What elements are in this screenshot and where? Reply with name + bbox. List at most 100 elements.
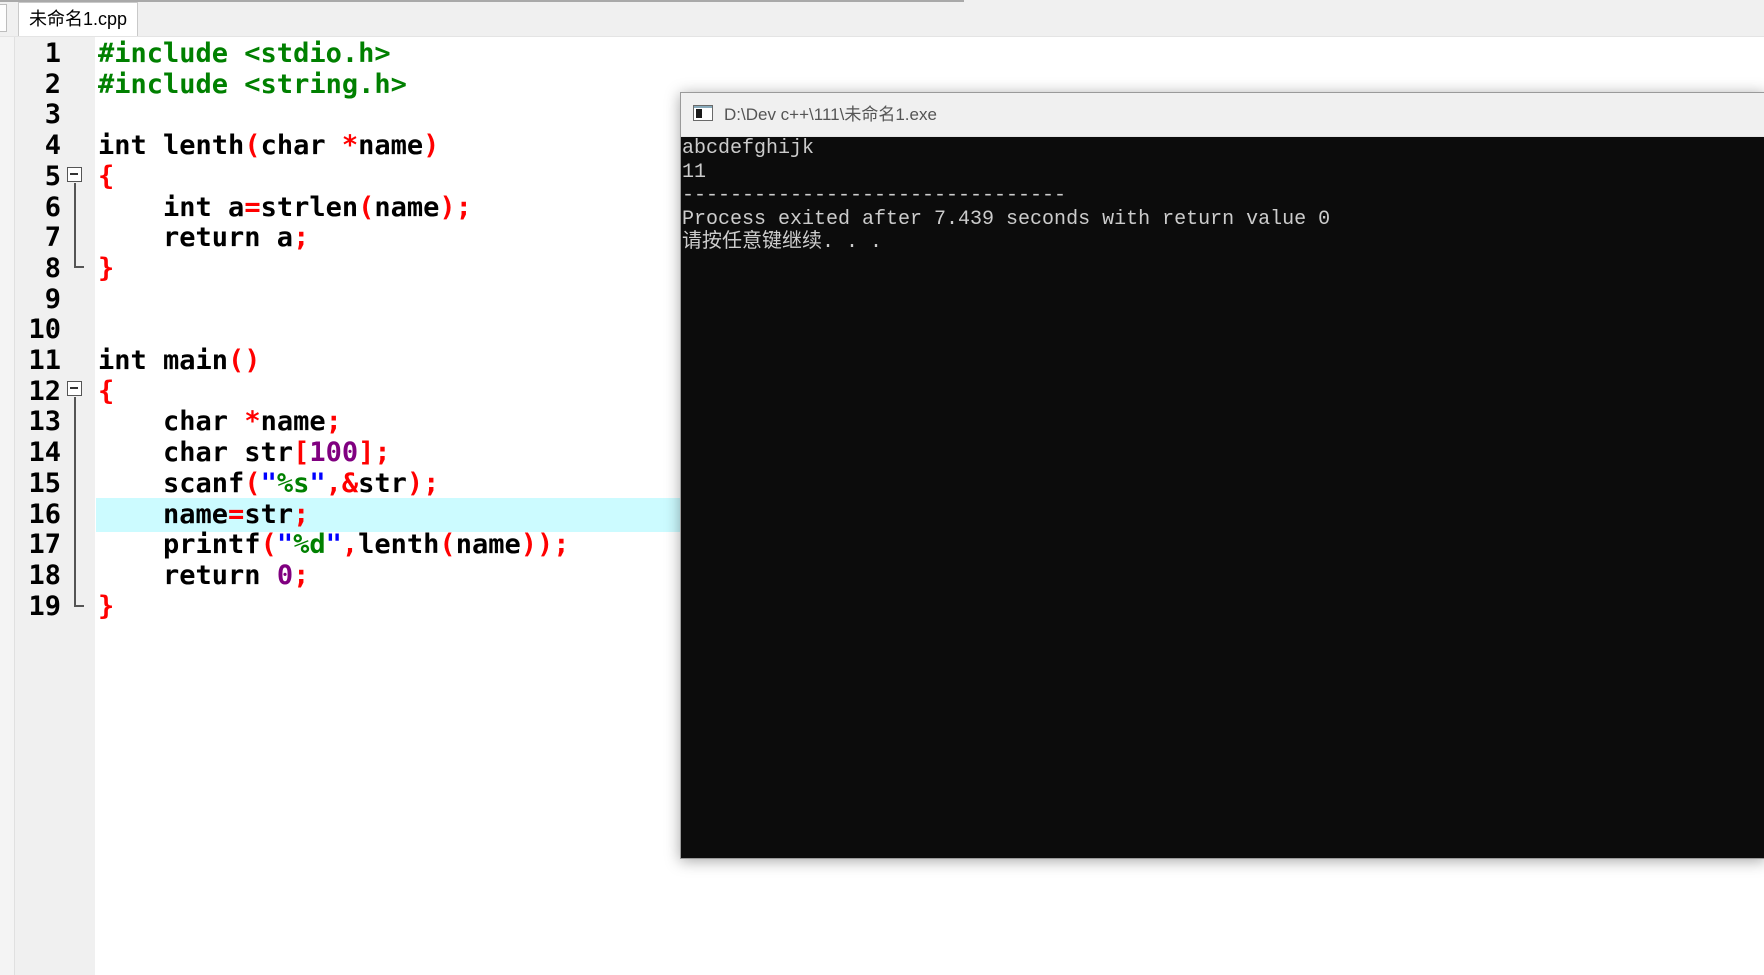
code-token: #include <stdio.h>: [98, 38, 391, 69]
code-token: ;: [293, 222, 310, 254]
code-token: =: [228, 498, 245, 530]
line-number: 7: [44, 222, 61, 254]
code-token: ,&: [325, 467, 359, 499]
line-number: 9: [44, 283, 61, 315]
code-token: (: [244, 130, 261, 162]
code-token: ): [423, 130, 440, 162]
line-number: 19: [28, 590, 61, 622]
code-line[interactable]: 1 #include <stdio.h>: [0, 37, 1764, 72]
code-token: );: [439, 191, 472, 223]
code-token: name: [358, 130, 424, 162]
code-token: {: [98, 375, 115, 407]
code-text: return 0;: [98, 559, 309, 594]
code-text: #include <string.h>: [98, 68, 407, 103]
tab-file[interactable]: 未命名1.cpp: [18, 2, 139, 36]
code-token: ;: [293, 498, 310, 530]
code-token: %d: [293, 529, 326, 561]
fold-toggle-icon[interactable]: [67, 167, 82, 182]
code-token: %s: [276, 467, 310, 499]
code-token: printf: [98, 529, 261, 561]
code-text: int lenth(char *name): [98, 129, 439, 164]
code-token: scanf: [98, 467, 245, 499]
console-output: abcdefghijk 11 ---------------------------…: [681, 137, 1764, 858]
code-token: name: [98, 498, 229, 530]
code-token: return a: [98, 222, 294, 254]
line-number: 2: [44, 68, 61, 100]
code-token: ;: [325, 406, 342, 438]
code-token: char: [98, 406, 245, 438]
code-token: str: [358, 467, 407, 499]
console-output-line: abcdefghijk: [682, 137, 815, 160]
line-number: 8: [44, 252, 61, 284]
console-title: D:\Dev c++\111\未命名1.exe: [724, 105, 937, 124]
code-token: ,: [341, 529, 359, 561]
code-token: (): [228, 345, 261, 376]
code-token: int main: [98, 345, 229, 376]
fold-end-marker: [74, 605, 84, 607]
code-token: int: [98, 130, 147, 162]
line-number: 1: [44, 38, 61, 69]
tab-edge: [0, 4, 7, 32]
console-output-line: --------------------------------: [682, 184, 1067, 207]
code-token: *: [341, 130, 359, 162]
code-text: }: [98, 252, 114, 287]
code-token: lenth: [146, 130, 245, 162]
line-number: 17: [28, 529, 61, 561]
fold-guide-line: [74, 183, 76, 267]
code-text: {: [98, 375, 114, 410]
code-token: [: [293, 437, 310, 469]
line-number: 3: [44, 99, 61, 131]
code-text: {: [98, 160, 114, 195]
console-output-line: 11: [682, 160, 707, 184]
line-number: 11: [28, 345, 61, 376]
code-text: int main(): [98, 344, 261, 379]
code-token: int a: [98, 191, 245, 223]
code-text: return a;: [98, 221, 309, 256]
console-window[interactable]: D:\Dev c++\111\未命名1.exe abcdefghijk 11 ---…: [680, 92, 1764, 859]
code-token: 0: [276, 559, 294, 591]
code-text: name=str;: [98, 498, 309, 533]
code-token: ": [325, 529, 342, 561]
line-number: 4: [44, 130, 61, 162]
code-token: ": [260, 467, 277, 499]
code-token: {: [98, 160, 115, 192]
code-token: ));: [520, 529, 570, 561]
code-token: (: [358, 191, 375, 223]
code-token: lenth: [358, 529, 440, 561]
line-number: 14: [28, 437, 61, 469]
code-token: strlen: [260, 191, 359, 223]
code-token: name: [455, 529, 521, 561]
code-token: ": [309, 467, 326, 499]
line-number: 6: [44, 191, 61, 223]
console-output-line: Process exited after 7.439 seconds with …: [682, 207, 1331, 231]
code-token: }: [98, 590, 115, 622]
code-token: ];: [358, 437, 391, 469]
code-token: );: [406, 467, 440, 499]
editor-tab-bar: 未命名1.cpp: [0, 0, 1764, 37]
code-text: #include <stdio.h>: [98, 37, 391, 72]
console-output-line: 请按任意键继续. . .: [682, 231, 883, 254]
console-titlebar[interactable]: D:\Dev c++\111\未命名1.exe: [681, 93, 1764, 137]
code-token: return: [98, 559, 277, 591]
code-text: }: [98, 590, 114, 625]
code-token: (: [244, 467, 261, 499]
code-token: char: [260, 130, 342, 162]
code-token: char str: [98, 437, 294, 469]
code-token: #include <string.h>: [98, 68, 407, 100]
line-number: 5: [44, 160, 61, 192]
tab-bar-top-line: [0, 0, 964, 2]
code-token: *: [244, 406, 261, 438]
fold-guide-line: [74, 397, 76, 606]
fold-end-marker: [74, 266, 84, 268]
code-token: ;: [293, 559, 310, 591]
code-token: }: [98, 252, 115, 284]
line-number: 10: [28, 314, 61, 346]
console-app-icon: [693, 105, 713, 121]
code-text: int a=strlen(name);: [98, 191, 472, 226]
line-number: 15: [28, 467, 61, 499]
code-token: 100: [309, 437, 359, 469]
code-token: str: [244, 498, 294, 530]
fold-toggle-icon[interactable]: [67, 381, 82, 396]
line-number: 12: [28, 375, 61, 407]
code-token: ": [276, 529, 294, 561]
